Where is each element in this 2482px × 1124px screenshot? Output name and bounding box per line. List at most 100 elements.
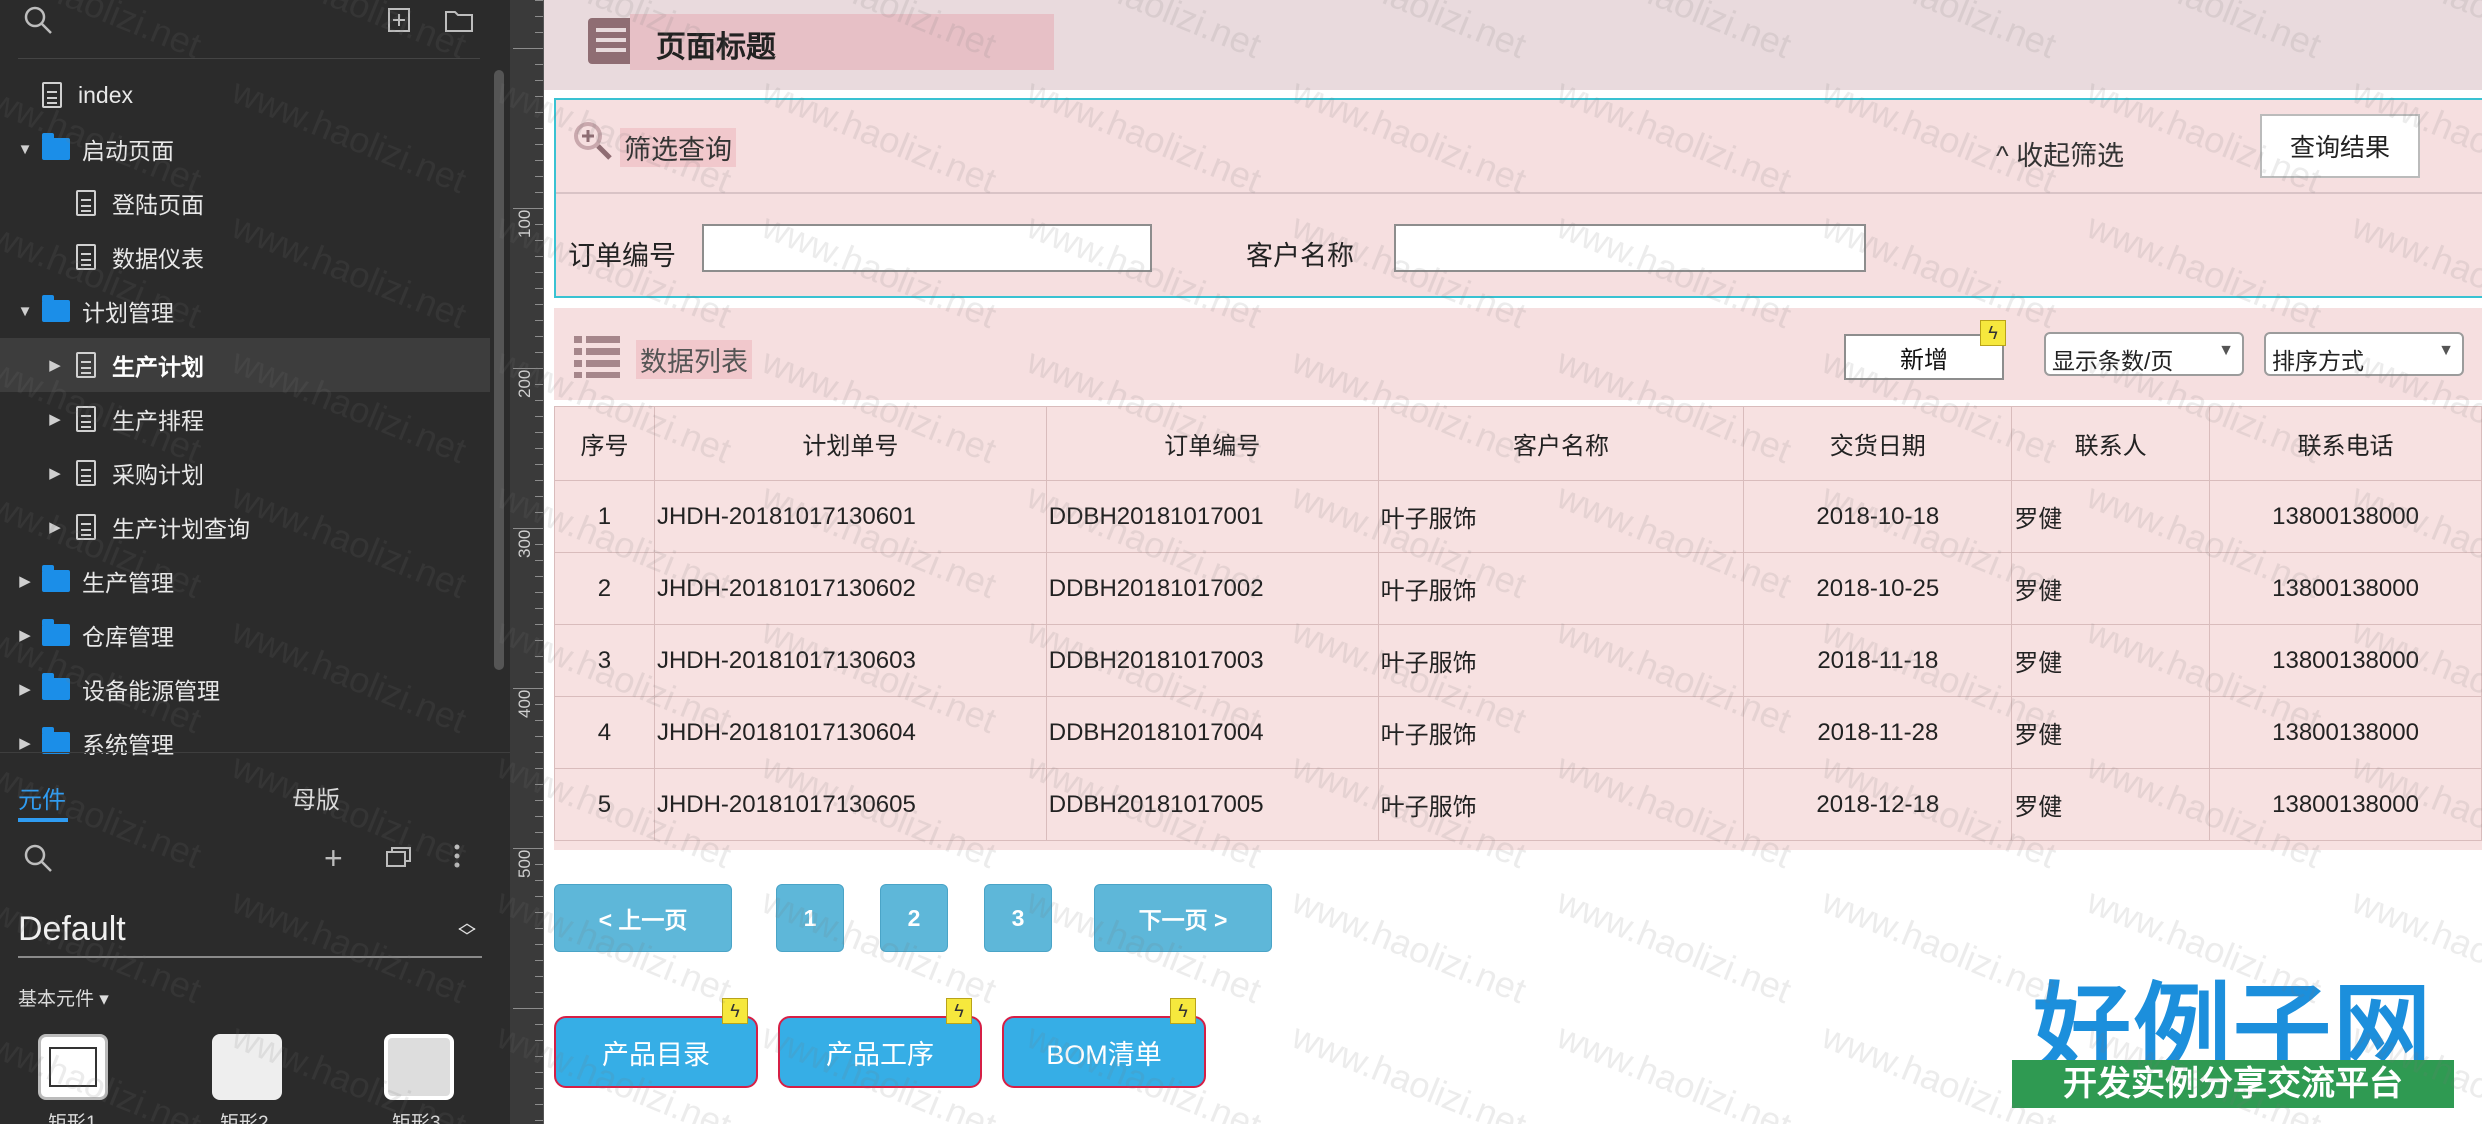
library-select[interactable]: Default ︿ ﹀ [18,910,482,958]
widget-rect1[interactable] [38,1034,108,1100]
page-2-button[interactable]: 2 [880,884,948,952]
tree-item[interactable]: ▶ 生产计划 [0,338,490,392]
filter-panel: 筛选查询 ^ 收起筛选 查询结果 订单编号 客户名称 [554,98,2482,298]
collapse-arrow-icon[interactable]: ▶ [14,680,36,698]
tree-item-label: 仓库管理 [82,624,174,650]
dropdown-arrow-icon: ▼ [2438,342,2454,359]
column-header[interactable]: 客户名称 [1377,406,1745,481]
customer-input[interactable] [1394,224,1866,272]
collapse-arrow-icon[interactable]: ▶ [44,518,66,536]
prev-page-button[interactable]: < 上一页 [554,884,732,952]
scrollbar[interactable] [494,70,504,670]
query-button[interactable]: 查询结果 [2260,114,2420,178]
tree-item[interactable]: ▼ 启动页面 [0,122,490,176]
ruler-tick [535,384,543,385]
table-cell: 罗健 [2011,768,2211,841]
table-row[interactable]: 4 JHDH-20181017130604 DDBH20181017004 叶子服饰 2… [554,696,2482,769]
tree-item[interactable]: ▶ 系统管理 [0,716,490,770]
collapse-arrow-icon[interactable]: ▶ [44,356,66,374]
tree-item[interactable]: ▶ 生产排程 [0,392,490,446]
tree-item[interactable]: ▶ 生产管理 [0,554,490,608]
table-cell: 3 [554,624,655,697]
tree-item[interactable]: 数据仪表 [0,230,490,284]
basic-widgets-label[interactable]: 基本元件 ▾ [18,984,109,1011]
ruler-tick [535,672,543,673]
column-header[interactable]: 序号 [554,406,655,481]
collapse-arrow-icon[interactable]: ▶ [44,410,66,428]
search-icon[interactable] [22,842,54,881]
tree-item[interactable]: ▼ 计划管理 [0,284,490,338]
table-row[interactable]: 3 JHDH-20181017130603 DDBH20181017003 叶子服饰 2… [554,624,2482,697]
tab-widgets[interactable]: 元件 [18,780,66,815]
ruler-tick [535,0,543,1]
duplicate-icon[interactable] [384,844,414,877]
tree-item[interactable]: ▶ 仓库管理 [0,608,490,662]
column-header[interactable]: 交货日期 [1743,406,2013,481]
tree-item[interactable]: ▶ 设备能源管理 [0,662,490,716]
expand-arrow-icon[interactable]: ▼ [14,141,36,158]
tab-masters[interactable]: 母版 [292,780,340,815]
table-cell: 罗健 [2011,624,2211,697]
ruler-tick [535,768,543,769]
table-row[interactable]: 1 JHDH-20181017130601 DDBH20181017001 叶子服饰 2… [554,480,2482,553]
table-row[interactable]: 2 JHDH-20181017130602 DDBH20181017002 叶子服饰 2… [554,552,2482,625]
collapse-arrow-icon[interactable]: ▶ [14,572,36,590]
table-cell: DDBH20181017005 [1045,768,1379,841]
table-body: 1 JHDH-20181017130601 DDBH20181017001 叶子服饰 2… [554,480,2482,841]
column-header[interactable]: 联系电话 [2209,406,2482,481]
page-size-select[interactable]: 显示条数/页 ▼ [2044,332,2244,376]
site-logo: 好例子网 开发实例分享交流平台 [1998,950,2468,1114]
widget-rect2[interactable] [212,1034,282,1100]
widget-rect3[interactable] [384,1034,454,1100]
tree-item[interactable]: ▶ 生产计划查询 [0,500,490,554]
ruler-tick [535,464,543,465]
page-icon [76,352,96,378]
ruler-tick [535,112,543,113]
logo-subtitle: 开发实例分享交流平台 [2012,1060,2454,1108]
column-header[interactable]: 计划单号 [653,406,1047,481]
ruler-tick [535,928,543,929]
sort-select[interactable]: 排序方式 ▼ [2264,332,2464,376]
add-folder-icon[interactable] [444,6,474,41]
page-1-button[interactable]: 1 [776,884,844,952]
next-page-button[interactable]: 下一页 > [1094,884,1272,952]
sort-value: 排序方式 [2272,348,2364,374]
table-cell: 2018-10-18 [1743,480,2013,553]
page-icon [76,460,96,486]
collapse-filter-link[interactable]: ^ 收起筛选 [1996,134,2124,173]
collapse-arrow-icon[interactable]: ▶ [14,734,36,752]
ruler-tick [513,1008,543,1009]
table-cell: 2018-11-28 [1743,696,2013,769]
ruler-tick [535,160,543,161]
table-cell: 13800138000 [2209,480,2482,553]
column-header[interactable]: 联系人 [2011,406,2211,481]
ruler-tick [535,752,543,753]
search-icon[interactable] [22,4,54,43]
page-icon [76,244,96,270]
collapse-arrow-icon[interactable]: ▶ [44,464,66,482]
column-header[interactable]: 订单编号 [1045,406,1379,481]
product-process-button[interactable]: 产品工序 [778,1016,982,1088]
tree-item[interactable]: ▶ 采购计划 [0,446,490,500]
page-3-button[interactable]: 3 [984,884,1052,952]
plus-icon[interactable]: + [324,840,343,877]
expand-arrow-icon[interactable]: ▼ [14,303,36,320]
product-catalog-button[interactable]: 产品目录 [554,1016,758,1088]
table-cell: JHDH-20181017130602 [653,552,1047,625]
divider [556,192,2482,194]
tree-item[interactable]: 登陆页面 [0,176,490,230]
ruler-tick [535,352,543,353]
ruler-tick [535,912,543,913]
ruler-tick [535,96,543,97]
ruler-tick [535,720,543,721]
table-cell: 罗健 [2011,480,2211,553]
table-row[interactable]: 5 JHDH-20181017130605 DDBH20181017005 叶子服饰 2… [554,768,2482,841]
order-no-input[interactable] [702,224,1152,272]
ruler-tick [535,832,543,833]
more-icon[interactable] [452,842,462,877]
add-page-icon[interactable] [386,6,414,41]
collapse-arrow-icon[interactable]: ▶ [14,626,36,644]
tree-item[interactable]: index [0,68,490,122]
bom-list-button[interactable]: BOM清单 [1002,1016,1206,1088]
ruler-tick [535,656,543,657]
